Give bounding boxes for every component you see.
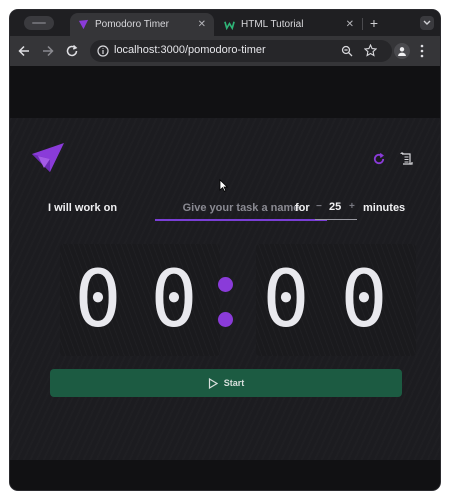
- zoom-icon[interactable]: [341, 45, 353, 57]
- minutes-stepper[interactable]: − 25 +: [315, 197, 357, 220]
- new-tab-button[interactable]: +: [366, 15, 382, 31]
- reset-icon[interactable]: [371, 151, 387, 167]
- start-button-label: Start: [223, 378, 245, 388]
- task-prefix-label: I will work on: [48, 202, 118, 214]
- seconds-panel: 0 0: [256, 244, 416, 356]
- decrement-button[interactable]: −: [316, 201, 322, 212]
- url-text[interactable]: localhost:3000/pomodoro-timer: [114, 44, 266, 56]
- app-logo-icon: [32, 143, 64, 172]
- mouse-cursor-icon: [219, 179, 228, 192]
- tab-pomodoro-timer[interactable]: Pomodoro Timer ✕: [70, 13, 214, 36]
- seconds-ones-digit: 0: [340, 255, 388, 345]
- start-button[interactable]: Start: [50, 369, 402, 397]
- w3schools-favicon-icon: [224, 21, 235, 30]
- pomodoro-app: I will work on for − 25 + minutes 0 0 0 …: [10, 118, 440, 460]
- chevron-down-icon: [423, 20, 431, 25]
- more-menu-icon[interactable]: [420, 44, 424, 58]
- pomodoro-favicon-icon: [78, 19, 89, 30]
- browser-toolbar: localhost:3000/pomodoro-timer: [10, 36, 440, 66]
- task-sentence: I will work on for − 25 + minutes: [48, 193, 408, 221]
- minutes-label: minutes: [363, 202, 406, 214]
- site-info-icon[interactable]: [97, 45, 109, 57]
- reload-icon[interactable]: [64, 43, 80, 59]
- tab-strip: Pomodoro Timer ✕ HTML Tutorial ✕ +: [10, 10, 440, 36]
- back-arrow-icon[interactable]: [16, 43, 32, 59]
- bookmark-star-icon[interactable]: [364, 44, 377, 57]
- minutes-panel: 0 0: [60, 244, 220, 356]
- minutes-tens-digit: 0: [74, 255, 122, 345]
- play-icon: [208, 377, 218, 389]
- tab-separator: [362, 18, 363, 30]
- minutes-ones-digit: 0: [150, 255, 198, 345]
- tab-title: Pomodoro Timer: [95, 19, 169, 30]
- timer-colon-top: [218, 277, 233, 292]
- page-viewport: I will work on for − 25 + minutes 0 0 0 …: [10, 66, 440, 490]
- tab-search-menu-button[interactable]: [420, 16, 434, 30]
- tab-title: HTML Tutorial: [241, 19, 304, 30]
- timer-colon-bottom: [218, 312, 233, 327]
- increment-button[interactable]: +: [349, 201, 355, 212]
- tab-close-icon[interactable]: ✕: [198, 19, 206, 30]
- person-icon: [398, 47, 406, 56]
- address-bar[interactable]: localhost:3000/pomodoro-timer: [90, 40, 392, 62]
- forward-arrow-icon[interactable]: [40, 43, 56, 59]
- minutes-value[interactable]: 25: [329, 201, 341, 213]
- task-list-icon[interactable]: [399, 151, 415, 167]
- browser-window: Pomodoro Timer ✕ HTML Tutorial ✕ + local…: [10, 10, 440, 490]
- tab-html-tutorial[interactable]: HTML Tutorial ✕: [216, 13, 362, 36]
- tab-search-button[interactable]: [24, 16, 54, 30]
- profile-avatar[interactable]: [394, 43, 410, 59]
- tab-close-icon[interactable]: ✕: [346, 19, 354, 30]
- for-label: for: [295, 202, 310, 214]
- seconds-tens-digit: 0: [262, 255, 310, 345]
